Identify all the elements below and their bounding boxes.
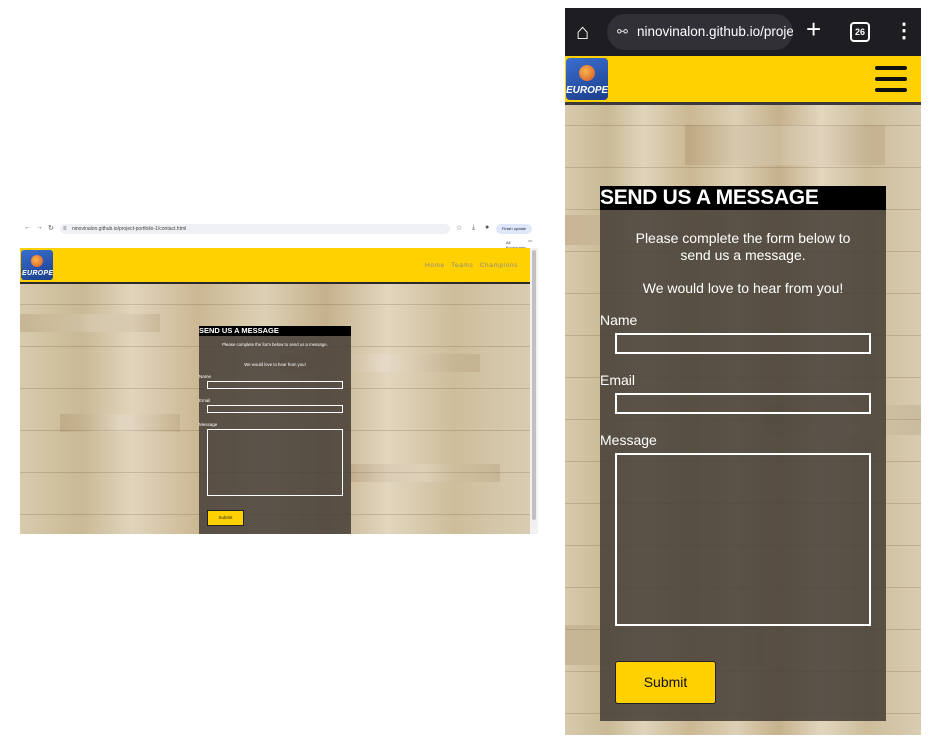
plank — [20, 314, 160, 332]
logo-ball-icon — [31, 255, 43, 267]
browser-toolbar: ← → ↻ ≡ ninovinalon.github.io/project-po… — [20, 222, 538, 236]
main-nav: Home Teams Champions — [421, 262, 518, 269]
nav-champions[interactable]: Champions — [480, 262, 518, 269]
email-label: Email — [199, 398, 211, 403]
star-icon[interactable]: ☆ — [456, 224, 462, 232]
mobile-address-text: ninovinalon.github.io/projec — [637, 24, 793, 39]
burger-line — [875, 66, 907, 70]
reload-icon[interactable]: ↻ — [48, 224, 54, 232]
site-header: EUROPE Home Teams Champions — [20, 248, 530, 284]
form-intro: Please complete the form below to send u… — [635, 230, 851, 263]
bookmarks-bar: ▭ All Bookmarks — [20, 236, 538, 250]
form-subintro: We would love to hear from you! — [244, 362, 306, 367]
submit-button[interactable]: Submit — [207, 510, 244, 526]
site-settings-icon[interactable]: ⚯ — [617, 14, 628, 50]
email-field[interactable] — [207, 405, 343, 413]
form-title: SEND US A MESSAGE — [199, 326, 351, 336]
plank — [60, 414, 180, 432]
scrollbar-thumb[interactable] — [532, 250, 536, 520]
logo-ball-icon — [579, 65, 595, 81]
tab-count-button[interactable]: 26 — [850, 22, 870, 42]
name-label: Name — [600, 312, 638, 328]
desktop-screenshot: ← → ↻ ≡ ninovinalon.github.io/project-po… — [20, 222, 538, 534]
more-menu-icon[interactable]: ⋮ — [894, 18, 914, 43]
email-label: Email — [600, 372, 636, 388]
all-bookmarks-link[interactable]: ▭ All Bookmarks — [506, 238, 532, 250]
site-header: EUROPE — [565, 56, 921, 105]
message-label: Message — [600, 432, 657, 448]
form-title: SEND US A MESSAGE — [600, 186, 886, 210]
scrollbar[interactable] — [530, 248, 538, 534]
address-bar[interactable]: ≡ ninovinalon.github.io/project-portfoli… — [60, 224, 450, 234]
name-field[interactable] — [207, 381, 343, 389]
download-icon[interactable]: ⤓ — [472, 224, 475, 232]
form-subintro: We would love to hear from you! — [642, 280, 844, 296]
europe-logo[interactable]: EUROPE — [21, 250, 53, 280]
mobile-browser-bar: ⌂ ⚯ ninovinalon.github.io/projec + 26 ⋮ — [565, 8, 921, 56]
message-field[interactable] — [207, 429, 343, 496]
contact-form-card: SEND US A MESSAGE Please complete the fo… — [199, 326, 351, 534]
submit-button[interactable]: Submit — [615, 661, 716, 704]
mobile-address-bar[interactable]: ⚯ ninovinalon.github.io/projec — [607, 14, 793, 50]
finish-update-button[interactable]: Finish update — [495, 224, 532, 234]
nav-teams[interactable]: Teams — [451, 262, 473, 269]
mobile-screenshot: ⌂ ⚯ ninovinalon.github.io/projec + 26 ⋮ … — [565, 8, 921, 735]
home-icon[interactable]: ⌂ — [576, 19, 589, 45]
message-field[interactable] — [615, 453, 871, 626]
name-field[interactable] — [615, 333, 871, 354]
form-intro: Please complete the form below to send u… — [222, 342, 328, 347]
message-label: Message — [199, 422, 218, 427]
nav-home[interactable]: Home — [425, 262, 445, 269]
plank — [350, 464, 500, 482]
name-label: Name — [199, 374, 212, 379]
site-settings-icon[interactable]: ≡ — [63, 224, 67, 234]
logo-text: EUROPE — [566, 85, 608, 96]
burger-line — [875, 88, 907, 92]
contact-form-card: SEND US A MESSAGE Please complete the fo… — [600, 186, 886, 721]
profile-icon[interactable]: ● — [485, 224, 489, 231]
back-icon[interactable]: ← — [24, 224, 31, 231]
burger-line — [875, 77, 907, 81]
europe-logo[interactable]: EUROPE — [566, 58, 608, 100]
address-text: ninovinalon.github.io/project-portfolio-… — [72, 226, 187, 232]
logo-text: EUROPE — [22, 270, 53, 277]
new-tab-icon[interactable]: + — [806, 14, 821, 45]
hamburger-menu-icon[interactable] — [875, 66, 907, 92]
forward-icon[interactable]: → — [36, 224, 43, 231]
plank — [685, 125, 885, 165]
email-field[interactable] — [615, 393, 871, 414]
